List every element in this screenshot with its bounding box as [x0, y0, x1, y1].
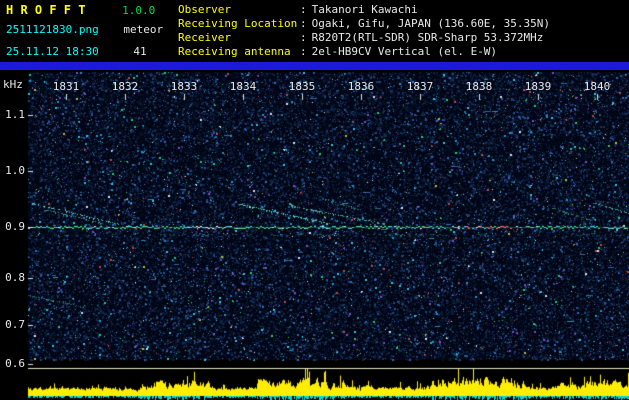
datetime-label: 25.11.12 18:30 [6, 45, 99, 58]
station-info-table: Observer: Takanori Kawachi Receiving Loca… [178, 3, 550, 59]
info-row-location: Receiving Location: Ogaki, Gifu, JAPAN (1… [178, 17, 550, 31]
filename-label: 2511121830.png [6, 23, 99, 36]
info-row-receiver: Receiver: R820T2(RTL-SDR) SDR-Sharp 53.37… [178, 31, 550, 45]
info-label: Receiving Location [178, 17, 298, 30]
hrofft-window: H R O F F T 1.0.0 2511121830.png meteor … [0, 0, 629, 400]
echo-count: 41 [133, 45, 147, 58]
info-colon: : [300, 31, 307, 44]
info-label: Observer [178, 3, 231, 16]
info-row-antenna: Receiving antenna:2el-HB9CV Vertical (el… [178, 45, 550, 59]
spectrogram-canvas [0, 70, 629, 400]
info-value: R820T2(RTL-SDR) SDR-Sharp 53.372MHz [311, 31, 544, 44]
app-version: 1.0.0 [122, 4, 156, 17]
mode-label: meteor [123, 23, 164, 36]
info-row-observer: Observer: Takanori Kawachi [178, 3, 550, 17]
app-title: H R O F F T [6, 3, 86, 17]
time-row: 25.11.12 18:30 41 [6, 45, 147, 59]
info-label: Receiver [178, 31, 231, 44]
info-value: Ogaki, Gifu, JAPAN (136.60E, 35.35N) [311, 17, 551, 30]
info-label: Receiving antenna [178, 45, 291, 58]
info-value: Takanori Kawachi [311, 3, 418, 16]
info-colon: : [300, 17, 307, 30]
info-colon: : [300, 45, 307, 58]
info-colon: : [300, 3, 307, 16]
file-row: 2511121830.png meteor [6, 23, 163, 37]
separator-bar [0, 62, 629, 70]
title-row: H R O F F T 1.0.0 [6, 3, 155, 18]
info-value: 2el-HB9CV Vertical (el. E-W) [311, 45, 498, 58]
